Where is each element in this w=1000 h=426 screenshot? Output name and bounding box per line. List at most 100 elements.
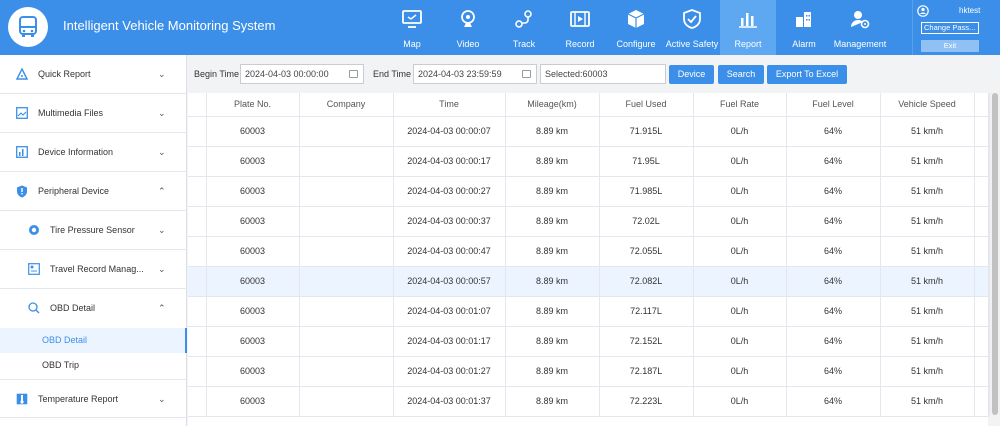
table-cell: 0L/h (693, 266, 787, 297)
table-cell: 0L/h (693, 206, 787, 237)
nav-video[interactable]: Video (440, 0, 496, 55)
chevron-up-icon: ⌃ (158, 303, 166, 313)
table-cell: 0L/h (693, 236, 787, 267)
filter-toolbar: Begin Time 2024-04-03 00:00:00 End Time … (188, 60, 1000, 88)
sidebar-item-quick-report[interactable]: Quick Report ⌄ (0, 55, 187, 94)
chevron-up-icon: ⌃ (158, 186, 166, 196)
col-header-fuel-level[interactable]: Fuel Level (786, 93, 881, 117)
user-info-icon[interactable] (917, 5, 929, 17)
table-cell: 2024-04-03 00:01:07 (393, 296, 506, 327)
thermometer-icon (16, 393, 28, 405)
col-header-mileage[interactable]: Mileage(km) (505, 93, 600, 117)
sidebar-item-label: Travel Record Manag... (50, 264, 144, 274)
col-header-fuel-rate[interactable]: Fuel Rate (693, 93, 787, 117)
begin-time-input[interactable]: 2024-04-03 00:00:00 (240, 64, 364, 84)
sidebar-item-obd-trip[interactable]: OBD Trip (0, 353, 187, 378)
chevron-down-icon: ⌄ (158, 147, 166, 157)
chevron-down-icon: ⌄ (158, 108, 166, 118)
table-row[interactable]: 60003 2024-04-03 00:01:07 8.89 km 72.117L 0L… (188, 296, 989, 327)
table-cell: 2024-04-03 00:00:57 (393, 266, 506, 297)
table-row[interactable]: 60003 2024-04-03 00:00:37 8.89 km 72.02L 0L/… (188, 206, 989, 237)
table-cell: 2024-04-03 00:01:17 (393, 326, 506, 357)
vertical-scrollbar[interactable] (989, 93, 1000, 415)
col-header-company[interactable]: Company (299, 93, 394, 117)
table-cell: 8.89 km (505, 296, 600, 327)
table-cell: 2024-04-03 00:01:27 (393, 356, 506, 387)
exit-button[interactable]: Exit (921, 40, 979, 52)
nav-record[interactable]: Record (552, 0, 608, 55)
nav-active-safety[interactable]: Active Safety (664, 0, 720, 55)
export-excel-button[interactable]: Export To Excel (767, 65, 847, 84)
search-button[interactable]: Search (718, 65, 764, 84)
col-header-plate-no[interactable]: Plate No. (206, 93, 300, 117)
table-row[interactable]: 60003 2024-04-03 00:00:57 8.89 km 72.082L 0L… (188, 266, 989, 297)
sidebar-item-peripheral-device[interactable]: Peripheral Device ⌃ (0, 172, 187, 211)
table-cell: 72.223L (599, 386, 694, 417)
device-button[interactable]: Device (669, 65, 714, 84)
table-cell (299, 266, 394, 297)
chevron-down-icon: ⌄ (158, 264, 166, 274)
row-gutter-cell (188, 356, 207, 387)
table-row[interactable]: 60003 2024-04-03 00:00:17 8.89 km 71.95L 0L/… (188, 146, 989, 177)
chevron-down-icon: ⌄ (158, 394, 166, 404)
nav-video-label: Video (456, 39, 480, 49)
nav-report[interactable]: Report (720, 0, 776, 55)
table-cell: 64% (786, 296, 881, 327)
sidebar-item-obd-detail[interactable]: OBD Detail (0, 328, 187, 353)
tire-icon (29, 225, 39, 235)
table-row[interactable]: 60003 2024-04-03 00:00:07 8.89 km 71.915L 0L… (188, 116, 989, 147)
table-cell: 51 km/h (880, 146, 975, 177)
monitor-icon (402, 10, 422, 28)
shield-alert-icon (17, 185, 27, 198)
table-cell: 51 km/h (880, 356, 975, 387)
row-gutter-cell (188, 386, 207, 417)
col-header (974, 93, 989, 117)
table-cell: 71.915L (599, 116, 694, 147)
table-cell: 51 km/h (880, 386, 975, 417)
table-cell: 51 km/h (880, 206, 975, 237)
end-time-input[interactable]: 2024-04-03 23:59:59 (413, 64, 537, 84)
scrollbar-thumb[interactable] (992, 93, 998, 415)
nav-alarm[interactable]: Alarm (776, 0, 832, 55)
row-trailing-cell (974, 146, 989, 177)
nav-track[interactable]: Track (496, 0, 552, 55)
sidebar-item-multimedia-files[interactable]: Multimedia Files ⌄ (0, 94, 187, 133)
nav-management[interactable]: Management (832, 0, 888, 55)
nav-map[interactable]: Map (384, 0, 440, 55)
sidebar-item-travel-record[interactable]: Travel Record Manag... ⌄ (0, 250, 187, 289)
table-cell: 64% (786, 386, 881, 417)
row-trailing-cell (974, 236, 989, 267)
sidebar-item-obd-detail-group[interactable]: OBD Detail ⌃ (0, 289, 187, 328)
sidebar-item-label: Tire Pressure Sensor (50, 225, 135, 235)
table-row[interactable]: 60003 2024-04-03 00:01:37 8.89 km 72.223L 0L… (188, 386, 989, 417)
end-time-value: 2024-04-03 23:59:59 (418, 69, 502, 79)
col-header-time[interactable]: Time (393, 93, 506, 117)
row-gutter-cell (188, 266, 207, 297)
sidebar-item-device-information[interactable]: Device Information ⌄ (0, 133, 187, 172)
table-cell: 0L/h (693, 326, 787, 357)
table-cell (299, 356, 394, 387)
selected-device-value: Selected:60003 (545, 69, 608, 79)
col-header-fuel-used[interactable]: Fuel Used (599, 93, 694, 117)
table-cell: 8.89 km (505, 206, 600, 237)
table-cell: 51 km/h (880, 236, 975, 267)
table-cell: 2024-04-03 00:00:47 (393, 236, 506, 267)
table-cell: 0L/h (693, 356, 787, 387)
nav-configure[interactable]: Configure (608, 0, 664, 55)
table-cell: 8.89 km (505, 176, 600, 207)
user-gear-icon (851, 11, 870, 29)
table-cell: 60003 (206, 116, 300, 147)
row-gutter-cell (188, 236, 207, 267)
sidebar-item-temperature-report[interactable]: Temperature Report ⌄ (0, 379, 187, 418)
table-row[interactable]: 60003 2024-04-03 00:01:27 8.89 km 72.187L 0L… (188, 356, 989, 387)
table-cell: 60003 (206, 176, 300, 207)
col-header-vehicle-speed[interactable]: Vehicle Speed (880, 93, 975, 117)
selected-device-input[interactable]: Selected:60003 (540, 64, 666, 84)
table-row[interactable]: 60003 2024-04-03 00:01:17 8.89 km 72.152L 0L… (188, 326, 989, 357)
sidebar-item-tire-pressure-sensor[interactable]: Tire Pressure Sensor ⌄ (0, 211, 187, 250)
table-row[interactable]: 60003 2024-04-03 00:00:27 8.89 km 71.985L 0L… (188, 176, 989, 207)
change-password-button[interactable]: Change Pass... (921, 22, 979, 34)
device-chart-icon (16, 146, 28, 158)
table-cell (299, 176, 394, 207)
table-row[interactable]: 60003 2024-04-03 00:00:47 8.89 km 72.055L 0L… (188, 236, 989, 267)
